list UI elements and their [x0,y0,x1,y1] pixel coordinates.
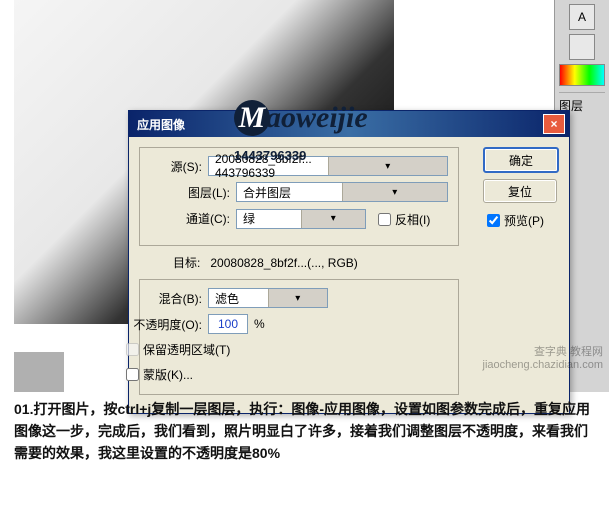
reset-button[interactable]: 复位 [483,179,557,203]
dialog-titlebar[interactable]: 应用图像 × [129,111,569,137]
layer-dropdown[interactable]: 合并图层 ▾ [236,182,448,202]
blend-fieldset: 混合(B): 滤色 ▾ 不透明度(O): % 保留透明区域(T) 蒙版(K)..… [139,279,459,395]
ok-label: 确定 [509,152,533,169]
source-dropdown[interactable]: 20080828_8bf2f... 443796339 ▾ [208,156,448,176]
dialog-body: 确定 复位 预览(P) 源(S): 20080828_8bf2f... 4437… [129,137,569,413]
invert-checkbox[interactable] [378,213,391,226]
preserve-trans-label: 保留透明区域(T) [143,341,230,358]
tool-square[interactable]: A [569,4,595,30]
preview-label: 预览(P) [504,212,544,229]
dialog-buttons: 确定 复位 预览(P) [483,147,559,230]
target-value: 20080828_8bf2f...(..., RGB) [210,256,357,270]
chevron-down-icon: ▾ [328,157,448,175]
opacity-input[interactable] [208,314,248,334]
target-row: 目标: 20080828_8bf2f...(..., RGB) [139,254,559,271]
opacity-unit: % [254,317,265,331]
dialog-title: 应用图像 [133,116,185,133]
preserve-trans-checkbox [126,343,139,356]
blend-value: 滤色 [209,290,268,307]
blend-label: 混合(B): [150,290,202,307]
invert-checkbox-row[interactable]: 反相(I) [374,210,430,229]
caption: 01.打开图片，按ctrl+j复制一层图层，执行：图像-应用图像，设置如图参数完… [14,398,594,464]
chevron-down-icon: ▾ [301,210,366,228]
ok-button[interactable]: 确定 [483,147,559,173]
preview-checkbox-row[interactable]: 预览(P) [483,211,559,230]
apply-image-dialog: 应用图像 × 确定 复位 预览(P) 源(S): 20080828_8bf2f.… [128,110,570,414]
close-button[interactable]: × [543,114,565,134]
reset-label: 复位 [508,183,532,200]
close-icon: × [550,117,557,131]
color-gradient[interactable] [559,64,605,86]
opacity-label: 不透明度(O): [122,316,202,333]
preserve-trans-row: 保留透明区域(T) [122,340,448,359]
background-strip [14,352,64,392]
channel-label: 通道(C): [150,210,230,227]
source-label: 源(S): [150,158,202,175]
tool-letter: A [578,10,586,24]
caption-body: .打开图片，按ctrl+j复制一层图层，执行：图像-应用图像，设置如图参数完成后… [14,401,590,461]
channel-dropdown[interactable]: 绿 ▾ [236,209,366,229]
target-label: 目标: [173,256,200,270]
step-number: 01 [14,401,30,417]
mask-checkbox[interactable] [126,368,139,381]
channel-value: 绿 [237,210,301,227]
source-value: 20080828_8bf2f... 443796339 [209,152,328,180]
source-fieldset: 源(S): 20080828_8bf2f... 443796339 ▾ 图层(L… [139,147,459,246]
tool-square-2[interactable] [569,34,595,60]
blend-dropdown[interactable]: 滤色 ▾ [208,288,328,308]
chevron-down-icon: ▾ [268,289,328,307]
layer-value: 合并图层 [237,184,342,201]
mask-label: 蒙版(K)... [143,366,193,383]
chevron-down-icon: ▾ [342,183,448,201]
preview-checkbox[interactable] [487,214,500,227]
invert-label: 反相(I) [395,211,430,228]
layer-label: 图层(L): [150,184,230,201]
mask-row[interactable]: 蒙版(K)... [122,365,448,384]
